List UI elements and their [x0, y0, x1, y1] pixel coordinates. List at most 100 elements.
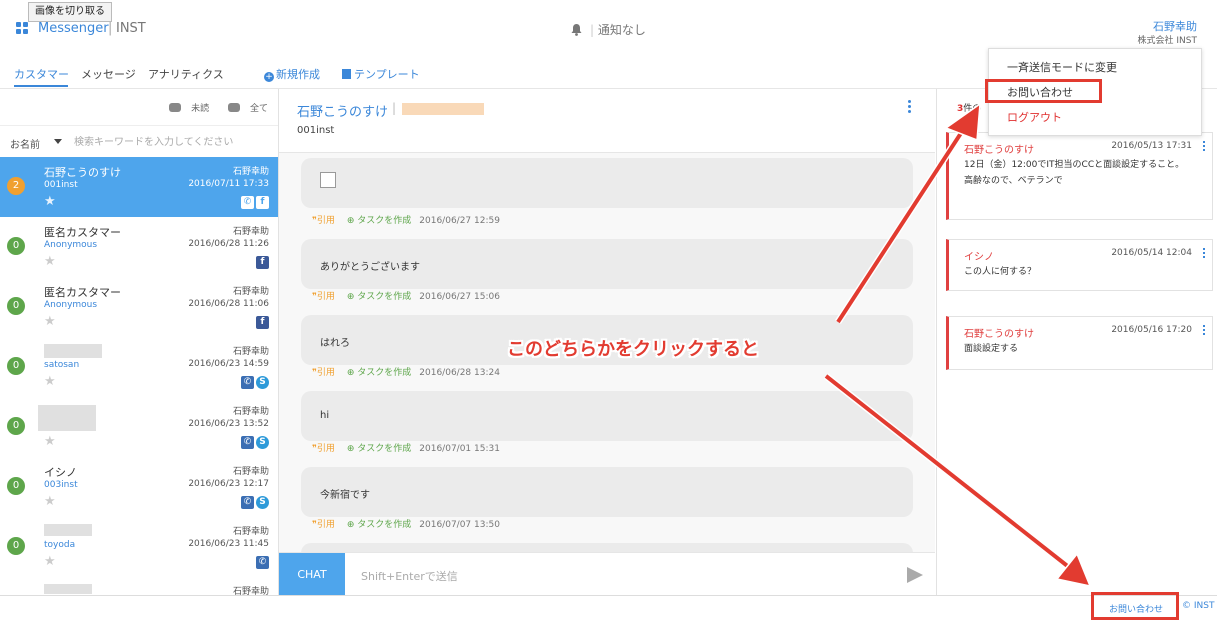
message-date: 2016/06/27 12:59 — [419, 216, 500, 226]
search-row: お名前 — [0, 125, 278, 159]
customer-row[interactable]: 0 satosan 石野幸助 2016/06/23 14:59 ★ ✆ S — [0, 337, 278, 398]
bulk-send-mode-item[interactable]: 一斉送信モードに変更 — [1007, 59, 1117, 75]
tab-messages[interactable]: メッセージ — [81, 66, 136, 82]
filter-unread[interactable]: 未読 — [161, 103, 209, 114]
task-card[interactable]: 石野こうのすけ 2016/05/13 17:31 12日（金）12:00でIT担… — [946, 132, 1213, 220]
unread-badge: 0 — [7, 537, 25, 555]
message-meta: ❞引用 ⊕ タスクを作成 2016/06/27 12:59 — [312, 213, 500, 226]
user-menu[interactable]: 石野幸助 — [1153, 18, 1197, 34]
star-icon[interactable]: ★ — [44, 434, 56, 449]
task-date: 2016/05/16 17:20 — [1111, 325, 1192, 335]
star-icon[interactable]: ★ — [44, 494, 56, 509]
create-task-button[interactable]: ⊕ タスクを作成 — [347, 368, 411, 378]
tooltip: 画像を切り取る — [28, 2, 112, 22]
task-customer[interactable]: イシノ — [964, 248, 994, 263]
template-button[interactable]: テンプレート — [342, 66, 420, 82]
task-body: 面談設定する — [964, 344, 1019, 354]
conversation-name[interactable]: 石野こうのすけ — [297, 101, 388, 120]
quote-button[interactable]: ❞引用 — [312, 368, 335, 378]
sort-select[interactable]: お名前 — [10, 136, 40, 151]
template-icon — [342, 69, 351, 79]
star-icon[interactable]: ★ — [44, 254, 56, 269]
quote-button[interactable]: ❞引用 — [312, 292, 335, 302]
message-date: 2016/07/07 13:50 — [419, 520, 500, 530]
create-task-button[interactable]: ⊕ タスクを作成 — [347, 292, 411, 302]
customer-row[interactable]: 0 イシノ 003inst 石野幸助 2016/06/23 12:17 ★ ✆ S — [0, 457, 278, 518]
message-date: 2016/06/28 13:24 — [419, 368, 500, 378]
assigned-agent: 石野幸助 — [232, 287, 269, 297]
chat-mode-button[interactable]: CHAT — [279, 553, 345, 596]
last-message-date: 2016/06/23 11:45 — [188, 539, 269, 549]
customer-id: toyoda — [44, 540, 76, 550]
app-name[interactable]: Messenger — [38, 21, 109, 36]
phone-icon: ✆ — [241, 376, 254, 389]
task-card[interactable]: 石野こうのすけ 2016/05/16 17:20 面談設定する — [946, 316, 1213, 370]
customer-row[interactable]: 0 toyoda 石野幸助 2016/06/23 11:45 ★ ✆ — [0, 517, 278, 578]
customer-row[interactable]: 0 匿名カスタマー Anonymous 石野幸助 2016/06/28 11:0… — [0, 277, 278, 338]
skype-icon: S — [256, 436, 269, 449]
create-task-button[interactable]: ⊕ タスクを作成 — [347, 520, 411, 530]
facebook-icon: f — [256, 316, 269, 329]
star-icon[interactable]: ★ — [44, 554, 56, 569]
last-message-date: 2016/07/11 17:33 — [188, 179, 269, 189]
assigned-agent: 石野幸助 — [232, 407, 269, 417]
task-customer[interactable]: 石野こうのすけ — [964, 325, 1034, 340]
caret-down-icon[interactable] — [54, 139, 62, 144]
more-options-icon[interactable] — [908, 100, 912, 115]
customer-id: satosan — [44, 360, 80, 370]
quote-button[interactable]: ❞引用 — [312, 216, 335, 226]
customer-panel: 未読 全て お名前 2 石野こうのすけ 001inst 石野幸助 2016/07… — [0, 89, 279, 595]
customer-name: 匿名カスタマー — [44, 286, 121, 299]
unread-badge: 0 — [7, 297, 25, 315]
footer-contact-link[interactable]: お問い合わせ — [1091, 592, 1179, 620]
message-text: 今新宿です — [320, 490, 370, 501]
message-text: hi — [320, 410, 330, 421]
apps-icon[interactable] — [16, 22, 28, 34]
quote-button[interactable]: ❞引用 — [312, 520, 335, 530]
brand-separator: | — [108, 21, 113, 36]
customer-row[interactable]: 石野幸助 — [0, 577, 278, 595]
quote-button[interactable]: ❞引用 — [312, 444, 335, 454]
broken-image-icon[interactable] — [320, 172, 336, 188]
customer-row[interactable]: 0 匿名カスタマー Anonymous 石野幸助 2016/06/28 11:2… — [0, 217, 278, 278]
filter-all[interactable]: 全て — [220, 103, 268, 114]
assigned-agent: 石野幸助 — [232, 347, 269, 357]
task-menu-icon[interactable] — [1203, 325, 1206, 337]
new-button[interactable]: + 新規作成 — [264, 66, 320, 82]
org-name: INST — [116, 21, 146, 36]
company-name: 株式会社 INST — [1137, 36, 1197, 46]
task-menu-icon[interactable] — [1203, 248, 1206, 260]
star-icon[interactable]: ★ — [44, 374, 56, 389]
bell-icon[interactable] — [571, 24, 582, 39]
last-message-date: 2016/06/23 12:17 — [188, 479, 269, 489]
logout-menu-item[interactable]: ログアウト — [1007, 109, 1062, 125]
assigned-agent: 石野幸助 — [232, 587, 269, 595]
search-input[interactable] — [72, 132, 272, 152]
customer-row[interactable]: 0 石野幸助 2016/06/23 13:52 ★ ✆ S — [0, 397, 278, 458]
create-task-button[interactable]: ⊕ タスクを作成 — [347, 216, 411, 226]
star-icon[interactable]: ★ — [44, 314, 56, 329]
tab-analytics[interactable]: アナリティクス — [148, 66, 224, 82]
task-count: 3件の — [957, 104, 982, 114]
customer-name: 匿名カスタマー — [44, 226, 121, 239]
task-customer[interactable]: 石野こうのすけ — [964, 141, 1034, 156]
create-task-button[interactable]: ⊕ タスクを作成 — [347, 444, 411, 454]
notification-status: | 通知なし — [590, 23, 646, 37]
message-text: ありがとうございます — [320, 262, 420, 273]
customer-name: 石野こうのすけ — [44, 166, 121, 179]
skype-icon: S — [256, 496, 269, 509]
send-icon[interactable] — [907, 567, 923, 583]
message-bubble — [301, 158, 913, 208]
message-meta: ❞引用 ⊕ タスクを作成 2016/07/01 15:31 — [312, 441, 500, 454]
tab-customers[interactable]: カスタマー — [14, 66, 69, 82]
chat-bubble-icon — [169, 103, 182, 112]
task-menu-icon[interactable] — [1203, 141, 1206, 153]
task-date: 2016/05/13 17:31 — [1111, 141, 1192, 151]
conversation-id: 001inst — [297, 125, 335, 136]
message-input[interactable] — [359, 566, 863, 586]
star-icon[interactable]: ★ — [44, 194, 56, 209]
task-body: 12日（金）12:00でIT担当のCCと面談設定すること。 高齢なので、ベテラン… — [964, 160, 1185, 186]
message-bubble: ありがとうございます — [301, 239, 913, 289]
task-card[interactable]: イシノ 2016/05/14 12:04 この人に何する？ — [946, 239, 1213, 291]
customer-row[interactable]: 2 石野こうのすけ 001inst 石野幸助 2016/07/11 17:33 … — [0, 157, 278, 218]
